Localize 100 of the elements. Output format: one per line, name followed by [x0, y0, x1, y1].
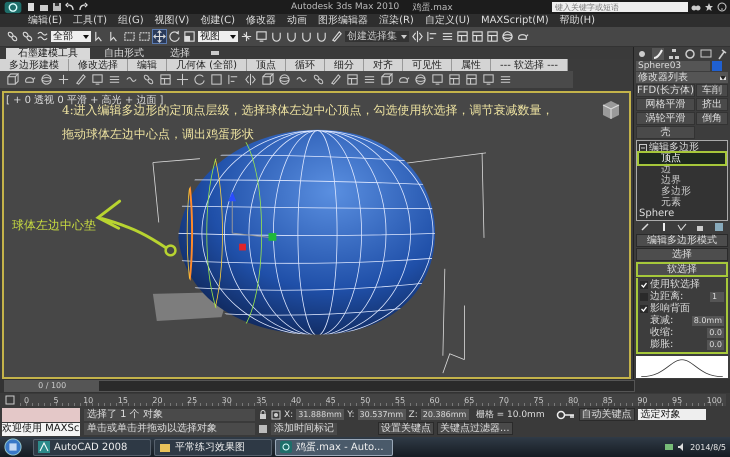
checkbox[interactable]: [640, 304, 648, 312]
pivot-icon[interactable]: [240, 30, 253, 43]
undo-icon[interactable]: [65, 2, 75, 12]
perspective-viewport[interactable]: [ + 0 透视 0 平滑 + 高光 + 边面 ] 4:进入编辑多边形的定顶点层级，选择球体左边中心顶点，勾选使用软选择，调节衰减数量， 拖动球体左边中心点，调出鸡蛋形状 球体左边中心垫: [2, 91, 631, 379]
key-mode-dropdown[interactable]: 选定对象: [638, 409, 706, 420]
sphere-icon[interactable]: [501, 30, 514, 43]
mirror-icon[interactable]: [244, 73, 257, 86]
spinner-field[interactable]: 8.0mm: [692, 316, 724, 326]
coordinate-field[interactable]: 20.386mm: [420, 409, 469, 420]
scale-icon[interactable]: [183, 30, 196, 43]
lock-icon[interactable]: [258, 410, 268, 420]
menu-item[interactable]: 自定义(U): [424, 14, 470, 26]
magnet-icon[interactable]: [300, 30, 313, 43]
listener-output[interactable]: 欢迎使用 MAXSc: [2, 422, 80, 436]
sphere-icon[interactable]: [278, 73, 291, 86]
menu-item[interactable]: 创建(C): [200, 14, 236, 26]
modifier-list-dropdown[interactable]: 修改器列表: [636, 72, 728, 84]
config-icon[interactable]: [714, 222, 724, 232]
sphere-icon[interactable]: [414, 73, 427, 86]
grid-icon[interactable]: [159, 73, 172, 86]
modifier-button[interactable]: 壳: [636, 126, 696, 140]
grid-icon[interactable]: [448, 73, 461, 86]
coordinate-field[interactable]: 30.537mm: [358, 409, 406, 420]
menu-item[interactable]: 工具(T): [73, 14, 108, 26]
menu-item[interactable]: 图形编辑器: [318, 14, 368, 26]
ribbon-tab[interactable]: 石墨建模工具: [6, 48, 90, 59]
pin-icon[interactable]: [640, 222, 650, 232]
hierarchy-icon[interactable]: [668, 48, 680, 60]
dropdown[interactable]: 创建选择集: [345, 31, 409, 42]
time-tag-icon[interactable]: [258, 424, 268, 434]
mirror-icon[interactable]: [411, 30, 424, 43]
menu-item[interactable]: 编辑(E): [28, 14, 62, 26]
modifier-button[interactable]: 挤出: [696, 98, 728, 112]
key-filters-button[interactable]: 关键点过滤器...: [437, 422, 513, 435]
coordinate-field[interactable]: 31.888mm: [296, 409, 344, 420]
move-icon[interactable]: [176, 73, 189, 86]
star-icon[interactable]: [704, 2, 714, 12]
modifier-button[interactable]: FFD(长方体): [636, 84, 696, 98]
expander-icon[interactable]: [639, 144, 647, 152]
stack-item[interactable]: Sphere: [639, 208, 674, 220]
cube-icon[interactable]: [380, 73, 393, 86]
object-name-field[interactable]: Sphere03: [636, 61, 710, 72]
scale-icon[interactable]: [210, 73, 223, 86]
circle-icon[interactable]: [684, 48, 696, 60]
add-time-tag-button[interactable]: 添加时间标记: [271, 422, 337, 434]
sub-object-item[interactable]: 元素: [639, 197, 725, 208]
sub-object-item[interactable]: 边界: [639, 175, 725, 186]
monitor-icon[interactable]: [431, 73, 444, 86]
start-button[interactable]: [4, 438, 22, 456]
rollout-header[interactable]: 软选择: [636, 262, 728, 276]
magnet-icon[interactable]: [270, 30, 283, 43]
monitor-icon[interactable]: [700, 48, 712, 60]
modifier-button[interactable]: 涡轮平滑: [636, 112, 696, 126]
cube-icon[interactable]: [6, 73, 19, 86]
new-file-icon[interactable]: [26, 2, 36, 12]
magnet-icon[interactable]: [285, 30, 298, 43]
layers-icon[interactable]: [108, 73, 121, 86]
open-folder-icon[interactable]: [39, 2, 49, 12]
sub-object-item[interactable]: 多边形: [639, 186, 725, 198]
stack-item[interactable]: 编辑多边形: [649, 142, 699, 154]
key-mode-icon[interactable]: [4, 394, 16, 406]
check-icon[interactable]: [676, 222, 687, 232]
chain-link-icon[interactable]: [21, 30, 34, 43]
chain-link-icon[interactable]: [312, 73, 325, 86]
modifier-button[interactable]: 车削: [696, 84, 728, 98]
save-icon[interactable]: [52, 2, 62, 12]
spinner-field[interactable]: 1: [710, 292, 724, 302]
target-icon[interactable]: [271, 410, 281, 420]
pencil-icon[interactable]: [74, 73, 87, 86]
align-icon[interactable]: [426, 30, 439, 43]
time-slider-thumb[interactable]: 0 / 100: [5, 381, 100, 391]
spinner-field[interactable]: 0.0: [707, 328, 724, 338]
pencil-icon[interactable]: [330, 30, 343, 43]
key-icon[interactable]: [556, 410, 576, 420]
modifier-button[interactable]: 倒角: [696, 112, 728, 126]
dropdown[interactable]: 全部: [51, 31, 91, 42]
pivot-icon[interactable]: [57, 73, 70, 86]
monitor-icon[interactable]: [255, 30, 268, 43]
network-icon[interactable]: [664, 442, 674, 452]
monitor-icon[interactable]: [482, 73, 495, 86]
menu-item[interactable]: 渲染(R): [379, 14, 414, 26]
minimize-ribbon-icon[interactable]: [210, 50, 220, 56]
menu-item[interactable]: 修改器: [246, 14, 276, 26]
align-icon[interactable]: [227, 73, 240, 86]
dashed-rect-icon[interactable]: [138, 30, 151, 43]
taskbar-button[interactable]: 平常练习效果图: [154, 438, 272, 456]
menu-item[interactable]: 视图(V): [154, 14, 190, 26]
ribbon-panel-tab[interactable]: --- 软选择 ---: [490, 59, 568, 71]
rollout-header[interactable]: 选择: [636, 248, 728, 260]
layers-icon[interactable]: [363, 73, 376, 86]
sub-object-item[interactable]: 顶点: [639, 153, 725, 164]
dropdown[interactable]: 视图: [198, 31, 238, 42]
pencil-icon[interactable]: [329, 73, 342, 86]
spinner-field[interactable]: 0.0: [707, 340, 724, 350]
rollout-header[interactable]: 编辑多边形模式: [636, 234, 728, 246]
set-key-button[interactable]: 设置关键点: [378, 422, 434, 435]
wave-icon[interactable]: [36, 30, 49, 43]
hammer-icon[interactable]: [716, 48, 728, 60]
chain-link-icon[interactable]: [142, 73, 155, 86]
checkbox[interactable]: [640, 280, 648, 288]
